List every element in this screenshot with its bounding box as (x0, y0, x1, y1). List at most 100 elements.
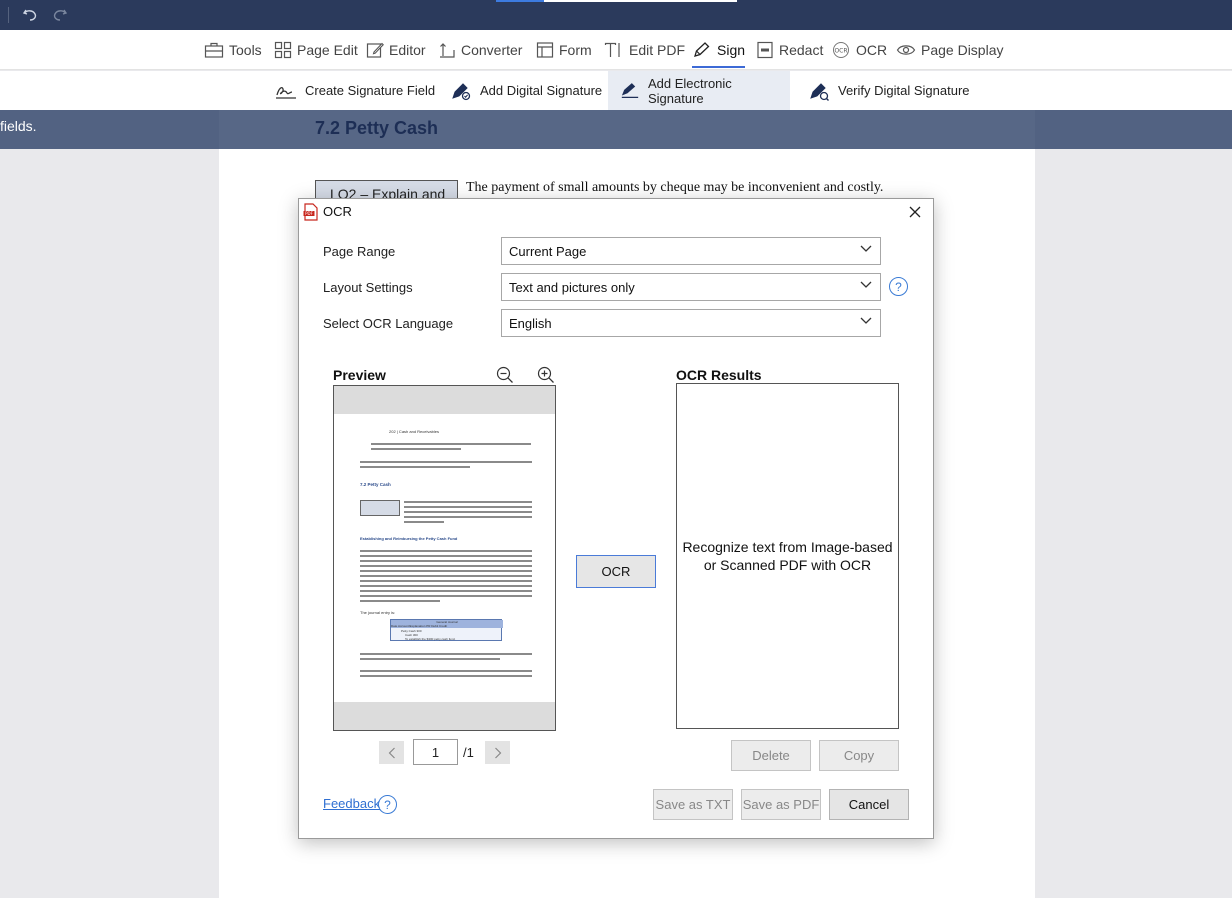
thumb-text-line (360, 590, 532, 592)
create-signature-field-label: Create Signature Field (305, 83, 436, 98)
page-thumbnail: 202 | Cash and Receivables 7.2 Petty Cas… (334, 414, 555, 702)
pdf-app-icon: PDF (303, 203, 319, 224)
document-text-line: The payment of small amounts by cheque m… (466, 180, 884, 195)
thumb-text-line (360, 550, 532, 552)
ocr-language-select[interactable]: English (501, 309, 881, 337)
feedback-link[interactable]: Feedback (323, 796, 380, 811)
create-signature-field-button[interactable]: Create Signature Field (263, 71, 447, 110)
page-number-input[interactable]: 1 (413, 739, 458, 765)
toolbar-converter[interactable]: Converter (438, 30, 522, 70)
ocr-results-pane[interactable]: Recognize text from Image-based or Scann… (676, 383, 899, 729)
svg-text:OCR: OCR (834, 48, 847, 55)
feedback-help-icon[interactable]: ? (378, 795, 397, 814)
thumb-journal-intro: The journal entry is: (360, 610, 396, 615)
undo-icon[interactable] (20, 5, 40, 25)
chevron-down-icon (860, 245, 872, 252)
thumb-text-line (360, 580, 532, 582)
toolbar-page-edit[interactable]: Page Edit (274, 30, 358, 70)
prev-page-button[interactable] (379, 741, 404, 764)
preview-pane[interactable]: 202 | Cash and Receivables 7.2 Petty Cas… (333, 385, 556, 731)
signature-field-icon (276, 86, 296, 99)
thumb-header: 202 | Cash and Receivables (389, 429, 439, 434)
toolbar-edit-pdf-label: Edit PDF (629, 42, 686, 58)
toolbar-edit-pdf[interactable]: Edit PDF (604, 30, 685, 70)
toolbar-page-display[interactable]: Page Display (896, 30, 1004, 70)
thumb-text-line (404, 511, 532, 513)
copy-button[interactable]: Copy (819, 740, 899, 771)
save-as-pdf-button[interactable]: Save as PDF (741, 789, 821, 820)
toolbox-icon (204, 42, 224, 58)
toolbar-sign[interactable]: Sign (692, 30, 746, 70)
toolbar-form-label: Form (559, 42, 592, 58)
ocr-dialog: PDF OCR Page Range Current Page Layout S… (298, 198, 934, 839)
toolbar-redact[interactable]: Redact (756, 30, 823, 70)
layout-help-icon[interactable]: ? (889, 277, 908, 296)
save-as-txt-button[interactable]: Save as TXT (653, 789, 733, 820)
toolbar-editor[interactable]: Editor (366, 30, 426, 70)
thumb-text-line (360, 658, 500, 660)
toolbar-tools-label: Tools (229, 42, 262, 58)
toolbar-ocr[interactable]: OCR OCR (831, 30, 887, 70)
text-cursor-icon (604, 42, 620, 57)
titlebar-separator (8, 7, 9, 23)
page-range-value: Current Page (509, 244, 587, 259)
thumb-subheading: Establishing and Reimbursing the Petty C… (360, 536, 458, 541)
sign-subtoolbar: Create Signature Field Add Digital Signa… (0, 71, 1232, 110)
ocr-results-heading: OCR Results (676, 367, 762, 383)
thumb-text-line (360, 585, 532, 587)
thumb-text-line (360, 670, 532, 672)
toolbar-ocr-label: OCR (856, 42, 888, 58)
ocr-results-placeholder: Recognize text from Image-based or Scann… (682, 539, 893, 573)
dialog-title: OCR (323, 204, 352, 219)
ocr-run-button[interactable]: OCR (576, 555, 656, 588)
thumb-text-line (404, 516, 532, 518)
thumb-text-line (360, 466, 470, 468)
toolbar-tools[interactable]: Tools (204, 30, 262, 70)
redact-icon (757, 41, 773, 59)
thumb-text-line (371, 443, 531, 445)
thumb-text-line (360, 565, 532, 567)
layout-settings-value: Text and pictures only (509, 280, 635, 295)
toolbar-sign-label: Sign (717, 42, 746, 58)
next-page-button[interactable] (485, 741, 510, 764)
grid-icon (274, 41, 292, 59)
page-range-select[interactable]: Current Page (501, 237, 881, 265)
electronic-signature-icon (621, 82, 639, 98)
toolbar-converter-label: Converter (461, 42, 523, 58)
pencil-icon (366, 42, 384, 58)
add-electronic-signature-button[interactable]: Add Electronic Signature (608, 71, 790, 110)
page-total: /1 (463, 745, 474, 760)
tab-indicator-active (496, 0, 544, 2)
thumb-lo-box (360, 500, 400, 516)
redo-icon[interactable] (50, 5, 70, 25)
eye-icon (896, 45, 916, 55)
toolbar-redact-label: Redact (779, 42, 824, 58)
add-digital-signature-button[interactable]: Add Digital Signature (438, 71, 614, 110)
layout-settings-select[interactable]: Text and pictures only (501, 273, 881, 301)
close-icon[interactable] (903, 201, 927, 223)
add-electronic-signature-label: Add Electronic Signature (647, 75, 732, 106)
toolbar-page-edit-label: Page Edit (297, 42, 358, 58)
toolbar-form[interactable]: Form (536, 30, 592, 70)
thumb-heading: 7.2 Petty Cash (360, 482, 391, 487)
thumb-text-line (404, 521, 444, 523)
svg-text:PDF: PDF (305, 211, 313, 216)
toolbar-editor-label: Editor (389, 42, 426, 58)
delete-button[interactable]: Delete (731, 740, 811, 771)
zoom-in-icon[interactable] (537, 366, 555, 384)
form-icon (536, 42, 554, 58)
verify-digital-signature-button[interactable]: Verify Digital Signature (796, 71, 982, 110)
thumb-text-line (360, 555, 532, 557)
preview-heading: Preview (333, 367, 386, 383)
section-heading: 7.2 Petty Cash (315, 118, 439, 138)
pen-icon (694, 42, 710, 57)
thumb-table-row: To establish the $300 petty cash fund. (405, 637, 456, 641)
thumb-text-line (404, 501, 532, 503)
cancel-button[interactable]: Cancel (829, 789, 909, 820)
zoom-out-icon[interactable] (496, 366, 514, 384)
verify-digital-signature-label: Verify Digital Signature (838, 83, 970, 98)
convert-icon (440, 43, 455, 58)
thumb-text-line (404, 506, 532, 508)
thumb-journal-table: General Journal Date Account/Explanation… (390, 619, 503, 641)
thumb-table-columns: Date Account/Explanation PR Debit Credit (391, 624, 503, 628)
